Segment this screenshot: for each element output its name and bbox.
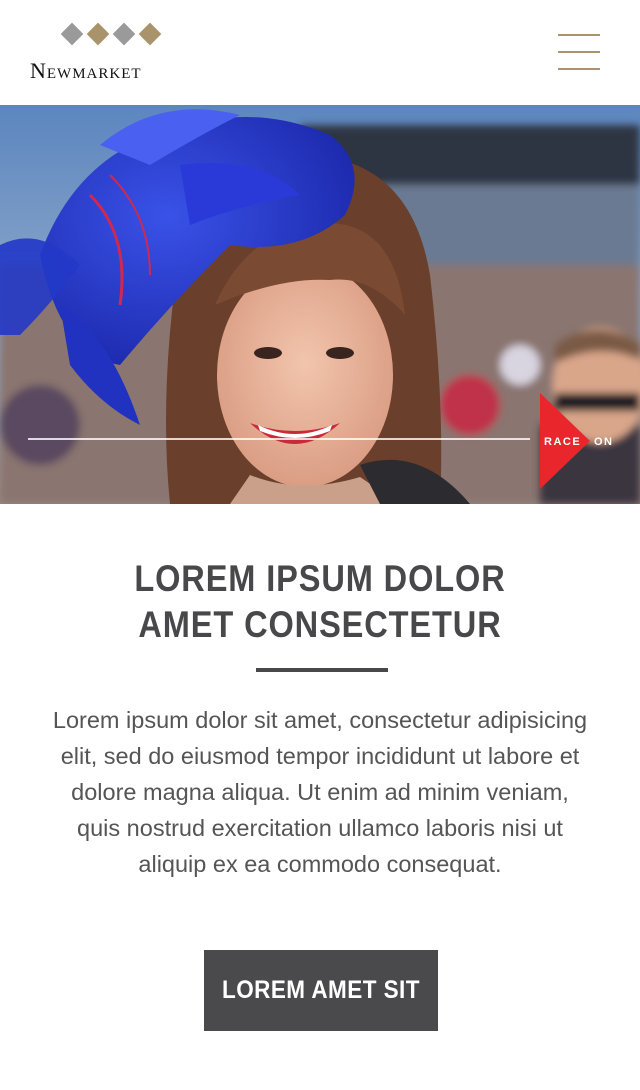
content-section: LOREM IPSUM DOLOR AMET CONSECTETUR Lorem…	[0, 504, 640, 1090]
heading-underline	[256, 668, 388, 672]
brand-name: Newmarket	[30, 58, 142, 83]
heading-line-2: AMET CONSECTETUR	[138, 604, 502, 645]
hamburger-menu-icon[interactable]	[558, 34, 600, 72]
cta-button-label: LOREM AMET SIT	[222, 976, 420, 1004]
site-header: Newmarket	[0, 0, 640, 105]
hero-divider-line	[28, 438, 530, 440]
logo-diamond-1	[60, 22, 84, 46]
cta-button[interactable]: LOREM AMET SIT	[204, 950, 438, 1031]
logo-diamonds-icon	[60, 22, 166, 48]
logo-diamond-2	[86, 22, 110, 46]
body-paragraph: Lorem ipsum dolor sit amet, consectetur …	[52, 707, 588, 877]
section-heading: LOREM IPSUM DOLOR AMET CONSECTETUR	[38, 556, 601, 648]
logo-diamond-3	[112, 22, 136, 46]
race-on-label-right: ON	[594, 436, 614, 448]
heading-line-1: LOREM IPSUM DOLOR	[134, 558, 506, 599]
hero-banner: RACE ON	[0, 105, 640, 504]
logo-diamond-4	[138, 22, 162, 46]
race-on-badge: RACE ON	[540, 393, 614, 489]
race-on-label-left: RACE	[544, 436, 581, 448]
newmarket-logo[interactable]: Newmarket	[30, 20, 200, 86]
